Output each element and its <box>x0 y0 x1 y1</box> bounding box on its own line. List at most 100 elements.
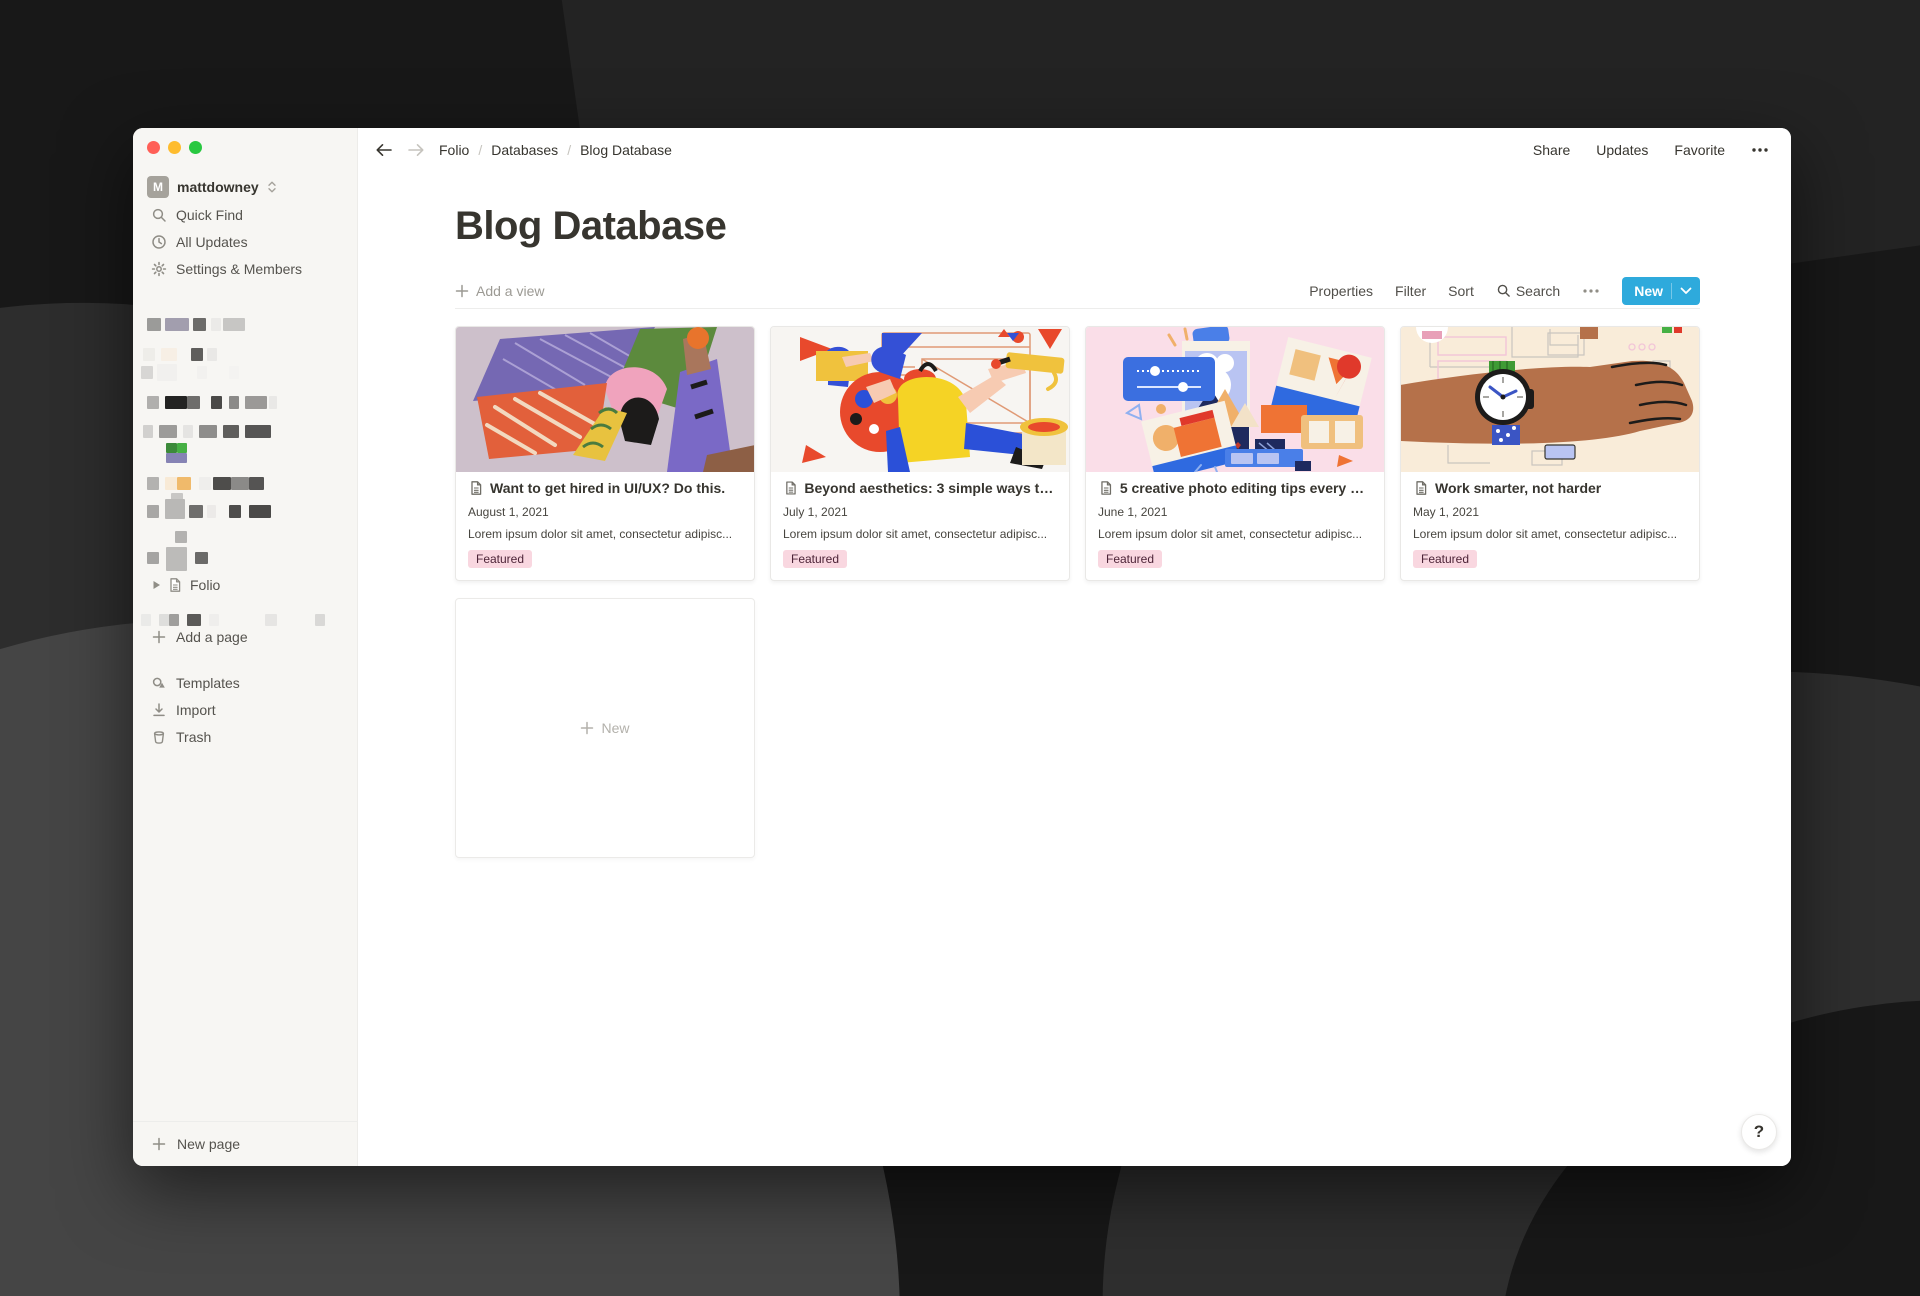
filter-button[interactable]: Filter <box>1395 283 1426 299</box>
redacted-block <box>245 396 267 409</box>
redacted-block <box>147 477 159 490</box>
help-button[interactable]: ? <box>1741 1114 1777 1150</box>
view-toolbar-row: Add a view Properties Filter Sort Search <box>455 273 1700 309</box>
plus-icon <box>151 1136 167 1152</box>
updates-button[interactable]: Updates <box>1596 142 1648 158</box>
redacted-block <box>269 396 277 409</box>
search-icon <box>1496 283 1511 298</box>
redacted-block <box>199 425 217 438</box>
more-icon[interactable] <box>1751 147 1769 153</box>
page-title: Blog Database <box>455 204 1700 249</box>
sidebar-item-templates[interactable]: Templates <box>133 670 358 696</box>
search-label: Search <box>1516 283 1560 299</box>
gallery-card[interactable]: Want to get hired in UI/UX? Do this. Aug… <box>455 326 755 581</box>
sidebar-item-trash[interactable]: Trash <box>133 724 358 750</box>
redacted-block <box>183 425 193 438</box>
forward-icon[interactable] <box>407 142 425 158</box>
notion-window: M mattdowney Quick Find All Updates <box>133 128 1791 1166</box>
card-title-row: 5 creative photo editing tips every gr..… <box>1098 480 1372 496</box>
import-icon <box>151 702 167 718</box>
plus-icon <box>580 721 594 735</box>
redacted-block <box>195 552 208 564</box>
card-title-row: Work smarter, not harder <box>1413 480 1687 496</box>
redacted-block <box>166 547 187 571</box>
breadcrumb-blog-database[interactable]: Blog Database <box>580 142 672 158</box>
properties-button[interactable]: Properties <box>1309 283 1373 299</box>
redacted-block <box>231 477 249 490</box>
sidebar-item-folio[interactable]: Folio <box>133 572 358 598</box>
redacted-block <box>157 364 177 381</box>
card-tag-featured: Featured <box>1413 550 1477 568</box>
redacted-block <box>147 505 159 518</box>
card-title: Beyond aesthetics: 3 simple ways to t... <box>804 480 1057 496</box>
breadcrumb: Folio / Databases / Blog Database <box>439 142 672 158</box>
sidebar-new-page[interactable]: New page <box>133 1121 358 1166</box>
card-illustration-watch <box>1401 327 1699 472</box>
search-button[interactable]: Search <box>1496 283 1560 299</box>
card-body: Want to get hired in UI/UX? Do this. Aug… <box>456 472 754 580</box>
help-label: ? <box>1754 1122 1764 1142</box>
card-date: June 1, 2021 <box>1098 505 1372 519</box>
redacted-block <box>165 477 177 490</box>
page-content: Blog Database Add a view Properties Filt… <box>358 172 1791 1166</box>
redacted-block <box>213 477 231 490</box>
sidebar-item-import[interactable]: Import <box>133 697 358 723</box>
redacted-block <box>229 396 239 409</box>
card-tag-featured: Featured <box>1098 550 1162 568</box>
share-button[interactable]: Share <box>1533 142 1570 158</box>
database-toolbar: Properties Filter Sort Search Ne <box>1309 277 1700 305</box>
redacted-block <box>143 425 153 438</box>
page-icon <box>783 480 798 496</box>
breadcrumb-databases[interactable]: Databases <box>491 142 558 158</box>
gallery-card[interactable]: Beyond aesthetics: 3 simple ways to t...… <box>770 326 1070 581</box>
redacted-block <box>223 425 239 438</box>
sort-button[interactable]: Sort <box>1448 283 1474 299</box>
new-card-button[interactable]: New <box>455 598 755 858</box>
new-record-button[interactable]: New <box>1622 277 1700 305</box>
plus-icon <box>151 629 167 645</box>
chevron-down-icon[interactable] <box>1680 287 1692 295</box>
more-icon[interactable] <box>1582 288 1600 294</box>
redacted-block <box>177 477 191 490</box>
card-title: Want to get hired in UI/UX? Do this. <box>490 480 725 496</box>
card-body: 5 creative photo editing tips every gr..… <box>1086 472 1384 580</box>
card-date: August 1, 2021 <box>468 505 742 519</box>
redacted-block <box>189 505 203 518</box>
breadcrumb-folio[interactable]: Folio <box>439 142 469 158</box>
redacted-block <box>143 348 155 361</box>
redacted-block <box>165 396 187 409</box>
new-record-label: New <box>1634 283 1663 299</box>
add-view-label: Add a view <box>476 283 544 299</box>
favorite-button[interactable]: Favorite <box>1674 142 1725 158</box>
plus-icon <box>455 284 469 298</box>
redacted-block <box>147 396 159 409</box>
toggle-triangle-icon[interactable] <box>149 578 163 592</box>
sidebar-item-label: Import <box>176 702 216 718</box>
redacted-block <box>177 443 187 453</box>
card-excerpt: Lorem ipsum dolor sit amet, consectetur … <box>468 527 742 541</box>
card-title-row: Want to get hired in UI/UX? Do this. <box>468 480 742 496</box>
redacted-block <box>249 505 271 518</box>
card-date: May 1, 2021 <box>1413 505 1687 519</box>
back-icon[interactable] <box>375 142 393 158</box>
card-illustration-photo-editing <box>1086 327 1384 472</box>
redacted-block <box>211 396 222 409</box>
redacted-block <box>175 531 187 543</box>
card-illustration-aesthetics <box>771 327 1069 472</box>
card-excerpt: Lorem ipsum dolor sit amet, consectetur … <box>783 527 1057 541</box>
redacted-block <box>249 477 264 490</box>
redacted-block <box>147 552 159 564</box>
redacted-block <box>166 443 177 453</box>
redacted-block <box>207 505 216 518</box>
add-view-button[interactable]: Add a view <box>455 283 544 299</box>
page-icon <box>1413 480 1429 496</box>
sidebar-item-label: Add a page <box>176 629 248 645</box>
gallery-card[interactable]: Work smarter, not harder May 1, 2021 Lor… <box>1400 326 1700 581</box>
card-excerpt: Lorem ipsum dolor sit amet, consectetur … <box>1413 527 1687 541</box>
card-tag-featured: Featured <box>468 550 532 568</box>
sidebar-add-a-page[interactable]: Add a page <box>133 624 358 650</box>
gallery-card[interactable]: 5 creative photo editing tips every gr..… <box>1085 326 1385 581</box>
redacted-block <box>199 477 211 490</box>
card-tag-featured: Featured <box>783 550 847 568</box>
topbar: Folio / Databases / Blog Database Share … <box>358 128 1791 172</box>
